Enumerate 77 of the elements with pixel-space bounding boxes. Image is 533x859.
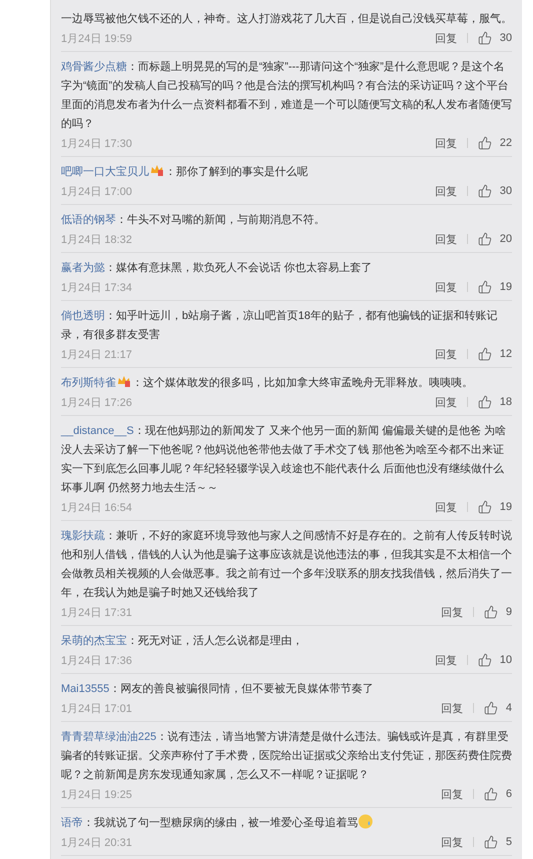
comment-time: 1月24日 17:26 [61, 396, 133, 410]
reply-link[interactable]: 回复 [440, 834, 463, 850]
comment-text: 赢者为懿：媒体有意抹黑，欺负死人不会说话 你也太容易上套了 [61, 260, 374, 276]
username-link[interactable]: 倘也透明 [61, 310, 105, 322]
like-button[interactable]: 18 [478, 395, 512, 409]
comment-time: 1月24日 21:17 [61, 348, 133, 362]
comment-time: 1月24日 17:34 [61, 280, 133, 294]
username-link[interactable]: 呆萌的杰宝宝 [61, 635, 127, 647]
like-button[interactable]: 20 [478, 232, 512, 246]
comment-text: 瑰影扶疏：兼听，不好的家庭环境导致他与家人之间感情不好是存在的。之前有人传反转时说他和别人借钱，借钱的人认为他是骗子这事应该就是说他违法的事，但我其实是不太相信一个会做教员相关视频的人会做恶事。我之前有过一个多年没联系的朋友找我借钱，然后消失了一年，在我认为她是骗子时她又还钱给我了 [61, 528, 512, 601]
comment-time: 1月24日 17:31 [61, 606, 133, 620]
comment-time: 1月24日 18:32 [61, 232, 133, 246]
username-link[interactable]: 语帝 [61, 817, 83, 829]
username-link[interactable]: 吧唧一口大宝贝儿 [61, 166, 149, 178]
thumbs-up-icon [478, 31, 492, 45]
like-button[interactable]: 12 [478, 347, 512, 361]
comment-text: 鸡骨酱少点糖：而标题上明晃晃的写的是“独家”---那请问这个“独家”是什么意思呢？是这个名字为“镜面”的发稿人自己投稿写的吗？他是合法的撰写机构吗？有合法的采访证吗？这个平台里面的消息发布者为什么一点资料都看不到，难道是一个可以随便写文稿的私人发布者随便写的吗？ [61, 60, 512, 132]
reply-link[interactable]: 回复 [434, 184, 457, 198]
like-button[interactable]: 22 [478, 136, 512, 150]
comment-text: __distance__S：现在他妈那边的新闻发了 又来个他另一面的新闻 偏偏最关键的是他爸 为啥没人去采访了解一下他爸呢？他妈说他爸带他去做了手术交了钱 那他爸为啥至今都不出来证实一下到底怎么回事儿呢？年纪轻轻辍学误入歧途也不能代表什么 后面他也没有继续做什么坏事儿啊 仍然努力地去生活～～ [61, 424, 507, 496]
thumbs-up-icon [484, 835, 498, 849]
thumbs-up-icon [478, 347, 492, 361]
reply-link[interactable]: 回复 [434, 346, 457, 362]
reply-link[interactable]: 回复 [434, 280, 457, 294]
thumbs-up-icon [478, 395, 492, 409]
username-link[interactable]: 赢者为懿 [61, 262, 105, 274]
reply-link[interactable]: 回复 [434, 232, 457, 246]
like-button[interactable]: 19 [478, 280, 512, 294]
thumbs-up-icon [484, 787, 498, 801]
like-button[interactable]: 30 [478, 31, 512, 45]
comment-time: 1月24日 17:00 [61, 184, 133, 198]
thumbs-up-icon [478, 500, 492, 514]
reply-link[interactable]: 回复 [440, 786, 463, 802]
thumbs-up-icon [478, 280, 492, 294]
reply-link[interactable]: 回复 [440, 604, 463, 620]
like-button[interactable]: 9 [484, 605, 512, 619]
like-button[interactable]: 10 [478, 653, 512, 667]
username-link[interactable]: Mai13555 [61, 683, 110, 695]
like-button[interactable]: 4 [484, 701, 512, 715]
reply-link[interactable]: 回复 [434, 394, 457, 410]
thumbs-up-icon [478, 136, 492, 150]
comment-text: 布列斯特雀 ：这个媒体敢发的很多吗，比如加拿大终审孟晚舟无罪释放。咦咦咦。 [61, 374, 474, 391]
reply-link[interactable]: 回复 [434, 30, 457, 46]
like-button[interactable]: 6 [484, 787, 512, 801]
like-button[interactable]: 5 [484, 835, 512, 849]
like-button[interactable]: 30 [478, 184, 512, 198]
username-link[interactable]: 布列斯特雀 [61, 377, 116, 389]
comment-text: 吧唧一口大宝贝儿 ：那你了解到的事实是什么呢 [61, 163, 309, 180]
comment-text: 语帝：我就说了句一型糖尿病的缘由，被一堆爱心圣母追着骂 [61, 814, 512, 833]
reply-link[interactable]: 回复 [434, 652, 457, 668]
reply-link[interactable]: 回复 [434, 136, 457, 150]
username-link[interactable]: __distance__S [61, 425, 134, 437]
comment-time: 1月24日 17:01 [61, 702, 133, 716]
thumbs-up-icon [484, 701, 498, 715]
thumbs-up-icon [478, 653, 492, 667]
thumbs-up-icon [478, 184, 492, 198]
reply-link[interactable]: 回复 [434, 500, 457, 514]
comment-time: 1月24日 19:25 [61, 788, 133, 802]
username-link[interactable]: 青青碧草绿油油225 [61, 731, 156, 743]
comment-text: 一边辱骂被他欠钱不还的人，神奇。这人打游戏花了几大百，但是说自己没钱买草莓，服气。 [61, 12, 512, 27]
comment-text: Mai13555：网友的善良被骗很同情，但不要被无良媒体带节奏了 [61, 682, 374, 697]
comment-time: 1月24日 16:54 [61, 500, 133, 514]
username-link[interactable]: 低语的钢琴 [61, 214, 116, 226]
comment-text: 呆萌的杰宝宝：死无对证，活人怎么说都是理由， [61, 634, 304, 649]
comment-time: 1月24日 17:36 [61, 654, 133, 668]
thumbs-up-icon [478, 232, 492, 246]
username-link[interactable]: 鸡骨酱少点糖 [61, 61, 127, 73]
comment-time: 1月24日 19:59 [61, 32, 133, 46]
comment-time: 1月24日 17:30 [61, 136, 133, 150]
reply-link[interactable]: 回复 [440, 700, 463, 716]
comment-time: 1月24日 20:31 [61, 836, 133, 850]
comment-text: 倘也透明：知乎叶远川，b站扇子酱，凉山吧首页18年的贴子，都有他骗钱的证据和转账记录，有很多群友受害 [61, 308, 498, 343]
comment-text: 青青碧草绿油油225：说有违法，请当地警方讲清楚是做什么违法。骗钱或许是真，有群里受骗者的转账证据。父亲声称付了手术费，医院给出证据或父亲给出支付凭证，那医药费住院费呢？之前新闻是房东发现通知家属，怎么又不一样呢？证据呢？ [61, 730, 512, 783]
comment-text: 低语的钢琴：牛头不对马嘴的新闻，与前期消息不符。 [61, 212, 326, 228]
like-button[interactable]: 19 [478, 500, 512, 514]
username-link[interactable]: 瑰影扶疏 [61, 530, 105, 542]
thumbs-up-icon [484, 605, 498, 619]
